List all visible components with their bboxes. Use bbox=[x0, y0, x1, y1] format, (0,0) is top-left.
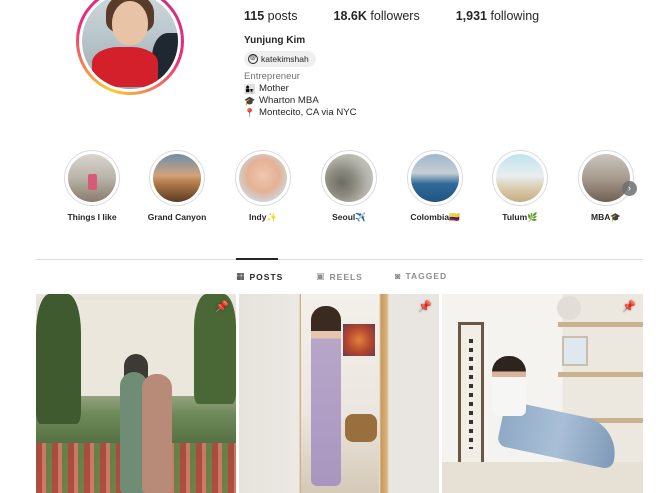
highlight-ring bbox=[149, 150, 205, 206]
highlight-tulum[interactable]: Tulum🌿 bbox=[480, 150, 560, 223]
highlight-label: Indy✨ bbox=[248, 212, 278, 222]
followers-stat[interactable]: 18.6K followers bbox=[334, 9, 420, 23]
tab-reels[interactable]: ▣ REELS bbox=[316, 271, 363, 282]
photo-side-table bbox=[345, 414, 377, 442]
highlight-ring bbox=[235, 150, 291, 206]
bio-line-text: Montecito, CA via NYC bbox=[259, 107, 357, 118]
tabs-divider bbox=[36, 259, 643, 260]
highlight-label: Things I like bbox=[67, 212, 117, 222]
photo-shelf bbox=[558, 322, 643, 327]
graduation-cap-icon: 🎓 bbox=[244, 96, 256, 106]
tab-tagged[interactable]: ◙ TAGGED bbox=[395, 271, 447, 281]
profile-name: Yunjung Kim bbox=[244, 35, 306, 46]
pin-icon: 📌 bbox=[622, 301, 636, 313]
grid-icon: ▦ bbox=[236, 271, 246, 281]
tab-tagged-label: TAGGED bbox=[405, 271, 448, 281]
photo-shelf bbox=[558, 372, 643, 377]
avatar-photo-dress bbox=[92, 47, 158, 87]
threads-badge[interactable]: @ katekimshah bbox=[244, 51, 316, 67]
photo-frame bbox=[562, 336, 588, 366]
photo-calligraphy-scroll bbox=[458, 322, 484, 472]
bio-line-text: Wharton MBA bbox=[259, 95, 319, 106]
family-emoji-icon: 👩‍👧 bbox=[244, 84, 256, 94]
highlight-label: Grand Canyon bbox=[147, 212, 207, 222]
posts-stat: 115 posts bbox=[244, 9, 298, 23]
tab-posts-label: POSTS bbox=[249, 271, 284, 282]
photo-artwork bbox=[343, 324, 375, 356]
bio-line-text: Mother bbox=[259, 83, 289, 94]
post-tile[interactable]: 📌 bbox=[239, 294, 439, 493]
highlight-cover bbox=[68, 154, 116, 202]
followers-label: followers bbox=[370, 9, 420, 23]
followers-count: 18.6K bbox=[333, 9, 367, 23]
tab-reels-label: REELS bbox=[329, 271, 363, 282]
highlight-seoul[interactable]: Seoul✈️ bbox=[309, 150, 389, 223]
posts-label: posts bbox=[267, 9, 298, 23]
bio-line: 👩‍👧 Mother bbox=[244, 83, 357, 95]
avatar-photo-face bbox=[112, 1, 148, 45]
avatar-inner-ring bbox=[79, 0, 181, 92]
highlight-ring bbox=[578, 150, 634, 206]
highlight-cover bbox=[153, 154, 201, 202]
profile-avatar[interactable] bbox=[76, 0, 184, 95]
highlight-label: MBA🎓 bbox=[591, 212, 621, 222]
highlight-ring bbox=[492, 150, 548, 206]
highlight-label: Seoul✈️ bbox=[332, 212, 366, 222]
highlight-cover bbox=[411, 154, 459, 202]
chevron-right-icon[interactable]: › bbox=[622, 181, 637, 196]
tab-posts[interactable]: ▦ POSTS bbox=[236, 271, 283, 282]
pin-icon: 📌 bbox=[418, 301, 432, 313]
threads-icon: @ bbox=[248, 54, 258, 64]
following-label: following bbox=[490, 9, 540, 23]
highlight-cover bbox=[496, 154, 544, 202]
highlight-label: Colombia🇨🇴 bbox=[410, 212, 460, 222]
highlight-ring bbox=[321, 150, 377, 206]
tagged-icon: ◙ bbox=[395, 271, 402, 281]
threads-handle: katekimshah bbox=[261, 54, 309, 64]
bio-line: 🎓 Wharton MBA bbox=[244, 95, 357, 107]
highlight-things-i-like[interactable]: Things I like bbox=[52, 150, 132, 222]
highlight-indy[interactable]: Indy✨ bbox=[223, 150, 303, 223]
active-tab-indicator bbox=[236, 258, 278, 260]
profile-stats: 115 posts 18.6K followers 1,931 followin… bbox=[244, 9, 575, 23]
following-count: 1,931 bbox=[455, 9, 487, 23]
photo-bench bbox=[442, 462, 643, 493]
highlight-grand-canyon[interactable]: Grand Canyon bbox=[137, 150, 217, 222]
reels-icon: ▣ bbox=[316, 271, 326, 281]
avatar-photo bbox=[82, 0, 178, 89]
highlight-cover bbox=[582, 154, 630, 202]
posts-count: 115 bbox=[244, 9, 265, 23]
photo-vase bbox=[557, 296, 581, 320]
photo-person bbox=[492, 356, 526, 416]
highlight-colombia[interactable]: Colombia🇨🇴 bbox=[395, 150, 475, 223]
photo-person bbox=[142, 374, 172, 493]
highlight-label: Tulum🌿 bbox=[502, 212, 538, 222]
profile-category: Entrepreneur bbox=[244, 71, 300, 82]
post-tile[interactable]: 📌 bbox=[442, 294, 643, 493]
following-stat[interactable]: 1,931 following bbox=[456, 9, 539, 23]
photo-person bbox=[311, 306, 341, 486]
pin-icon: 📌 bbox=[215, 301, 229, 313]
bio-line: 📍 Montecito, CA via NYC bbox=[244, 107, 357, 119]
profile-bio: Entrepreneur 👩‍👧 Mother 🎓 Wharton MBA 📍 … bbox=[244, 71, 357, 119]
highlight-cover bbox=[239, 154, 287, 202]
highlight-ring bbox=[64, 150, 120, 206]
highlight-cover bbox=[325, 154, 373, 202]
post-tile[interactable]: 📌 bbox=[36, 294, 236, 493]
highlight-ring bbox=[407, 150, 463, 206]
photo-cypress-left bbox=[36, 294, 81, 424]
location-pin-icon: 📍 bbox=[244, 108, 256, 118]
